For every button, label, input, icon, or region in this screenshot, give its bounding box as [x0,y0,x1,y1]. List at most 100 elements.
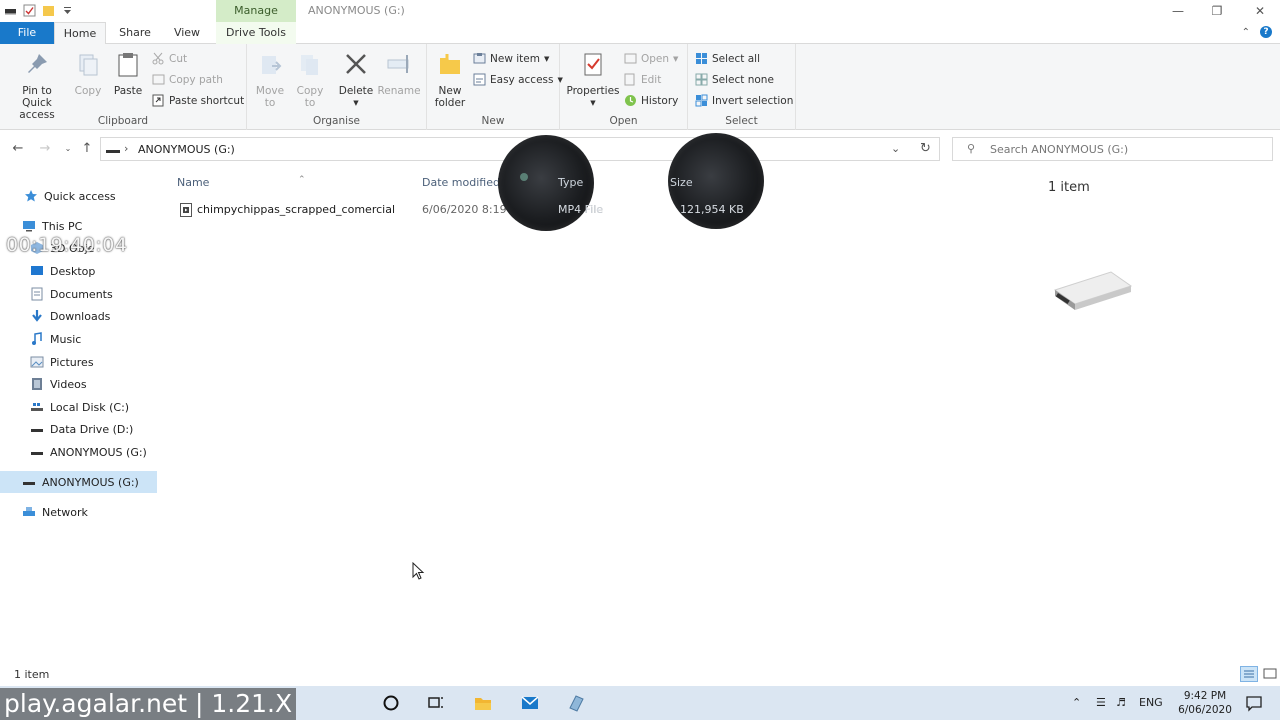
mail-icon[interactable] [520,693,540,713]
new-folder-button[interactable]: New folder [433,50,467,109]
notification-center-icon[interactable] [1244,693,1264,713]
new-folder-qat-icon[interactable] [42,4,55,17]
tab-home[interactable]: Home [54,22,106,45]
delete-dropdown-icon[interactable]: ▼ [337,97,375,109]
nav-anonymous-selected[interactable]: ANONYMOUS (G:) [0,471,157,493]
nav-downloads-label: Downloads [50,309,111,323]
delete-label: Delete [338,85,374,97]
minimize-icon[interactable]: — [1170,3,1186,19]
history-button[interactable]: History [624,94,678,107]
nav-videos[interactable]: Videos [30,374,87,394]
tab-share[interactable]: Share [112,22,158,44]
nav-network[interactable]: Network [22,502,88,522]
properties-button[interactable]: Properties ▼ [566,50,620,109]
nav-music[interactable]: Music [30,329,81,349]
group-new: New folder New item ▼ Easy access ▼ New [427,44,563,130]
task-view-icon[interactable] [426,693,446,713]
address-dropdown-icon[interactable]: ⌄ [891,142,900,155]
nav-anonymous-label: ANONYMOUS (G:) [42,475,139,489]
refresh-icon[interactable]: ↻ [920,141,931,156]
copy-label: Copy [74,85,102,97]
status-item-count: 1 item [14,668,50,681]
cut-button[interactable]: Cut [152,52,187,65]
nav-data-drive[interactable]: Data Drive (D:) [30,419,133,439]
properties-dropdown-icon[interactable]: ▼ [566,97,620,109]
mouse-cursor-icon [412,562,425,580]
recent-locations-chevron-icon[interactable]: ⌄ [60,140,76,158]
column-header-date[interactable]: Date modified [422,176,500,189]
nav-videos-label: Videos [50,377,87,391]
move-to-button[interactable]: Move to [255,50,285,109]
nav-local-disk[interactable]: Local Disk (C:) [30,397,129,417]
clock[interactable]: 9:42 PM 6/06/2020 [1170,689,1240,717]
drive-icon [106,150,120,153]
restore-icon[interactable]: ❐ [1209,3,1225,19]
easy-access-button[interactable]: Easy access ▼ [473,73,563,86]
nav-this-pc[interactable]: This PC [22,216,82,236]
network-icon [23,507,35,516]
rename-button[interactable]: Rename [377,50,421,97]
help-area: ⌃ ? [1242,26,1272,38]
tab-view[interactable]: View [162,22,212,44]
select-all-button[interactable]: Select all [695,52,760,65]
copy-to-button[interactable]: Copy to [295,50,325,109]
customize-qat-icon[interactable] [61,4,74,17]
tab-file[interactable]: File [0,22,54,44]
nav-this-pc-label: This PC [42,219,83,233]
nav-documents[interactable]: Documents [30,284,113,304]
rename-icon [387,55,409,73]
nav-desktop[interactable]: Desktop [30,261,95,281]
invert-selection-button[interactable]: Invert selection [695,94,793,107]
copy-path-label: Copy path [169,73,223,86]
cortana-circle-icon[interactable] [381,693,401,713]
tab-manage[interactable]: Manage [216,0,296,22]
nav-anonymous-sub-label: ANONYMOUS (G:) [50,445,147,459]
breadcrumb-path[interactable]: ANONYMOUS (G:) [138,143,235,156]
group-open: Properties ▼ Open ▼ Edit History Open [560,44,688,130]
delete-button[interactable]: Delete ▼ [337,50,375,109]
pin-to-quick-access-button[interactable]: Pin to Quick access [6,50,68,121]
column-header-type-overlay: Type [558,176,584,189]
breadcrumb-chevron-icon[interactable]: › [124,142,128,155]
copy-to-label-2: to [304,97,316,109]
back-arrow-icon[interactable]: ← [10,140,26,158]
easy-access-label: Easy access [490,73,554,86]
nav-documents-label: Documents [50,287,113,301]
app-icon[interactable] [566,693,586,713]
forward-arrow-icon[interactable]: → [37,140,53,158]
search-input[interactable]: ⚲ Search ANONYMOUS (G:) [952,137,1273,161]
properties-check-icon[interactable] [23,4,36,17]
language-indicator[interactable]: ENG [1139,696,1163,709]
open-button[interactable]: Open ▼ [624,52,678,65]
column-name-label: Name [177,176,210,189]
group-clipboard: Pin to Quick access Copy Paste Cut Copy … [0,44,247,130]
copy-button[interactable]: Copy [70,50,106,97]
up-arrow-icon[interactable]: ↑ [79,140,95,158]
file-explorer-icon[interactable] [473,693,493,713]
wifi-icon[interactable]: ☰ [1096,696,1106,709]
select-none-button[interactable]: Select none [695,73,774,86]
copy-path-button[interactable]: Copy path [152,73,223,86]
paste-icon [118,53,138,77]
tab-drive-tools[interactable]: Drive Tools [216,22,296,44]
paste-shortcut-button[interactable]: Paste shortcut [152,94,244,107]
nav-quick-access[interactable]: Quick access [24,186,116,206]
edit-icon [624,73,635,86]
large-icons-view-icon[interactable] [1262,666,1280,682]
drive-icon [23,482,35,485]
nav-anonymous-sub[interactable]: ANONYMOUS (G:) [30,442,147,462]
details-view-icon[interactable] [1240,666,1258,682]
scissors-icon [152,52,164,65]
file-name: chimpychippas_scrapped_comercial [197,203,395,216]
nav-downloads[interactable]: Downloads [30,306,110,326]
tray-chevron-icon[interactable]: ⌃ [1072,696,1081,709]
help-icon[interactable]: ? [1260,26,1272,38]
new-item-button[interactable]: New item ▼ [473,52,549,65]
column-header-name[interactable]: Name ⌃ [177,175,306,189]
paste-button[interactable]: Paste [110,50,146,97]
edit-button[interactable]: Edit [624,73,661,86]
volume-icon[interactable]: ♬ [1116,696,1126,709]
collapse-ribbon-icon[interactable]: ⌃ [1242,27,1250,38]
close-icon[interactable]: ✕ [1252,3,1268,19]
nav-pictures[interactable]: Pictures [30,352,94,372]
